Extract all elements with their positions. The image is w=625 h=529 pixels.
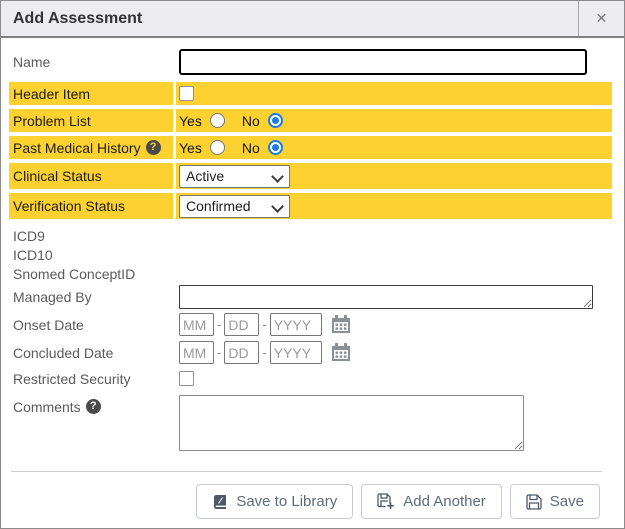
onset-calendar-button[interactable] xyxy=(331,315,351,334)
date-separator: - xyxy=(217,317,221,332)
save-icon xyxy=(526,494,542,510)
row-icd9: ICD9 xyxy=(9,227,612,244)
icd10-value xyxy=(176,246,612,263)
save-to-library-label: Save to Library xyxy=(236,493,337,510)
concluded-date-label: Concluded Date xyxy=(9,340,173,365)
row-clinical-status: Clinical Status Active xyxy=(9,163,612,189)
header-item-checkbox[interactable] xyxy=(179,86,194,101)
help-icon[interactable]: ? xyxy=(146,140,161,155)
clinical-status-select[interactable]: Active xyxy=(179,165,290,188)
row-past-medical-history: Past Medical History ? Yes No xyxy=(9,136,612,159)
row-problem-list: Problem List Yes No xyxy=(9,109,612,132)
snomed-conceptid-value xyxy=(176,265,612,282)
verification-status-label: Verification Status xyxy=(9,193,173,219)
problem-list-yes-label: Yes xyxy=(179,113,202,129)
save-label: Save xyxy=(550,493,584,510)
date-separator: - xyxy=(262,317,266,332)
verification-status-select[interactable]: Confirmed xyxy=(179,195,290,218)
row-comments: Comments ? xyxy=(9,393,612,451)
save-button[interactable]: Save xyxy=(510,484,600,519)
footer-buttons: Save to Library Add Another xyxy=(9,472,612,519)
pmh-yes-label: Yes xyxy=(179,140,202,156)
problem-list-no-label: No xyxy=(242,113,260,129)
comments-label: Comments xyxy=(13,399,81,415)
restricted-security-checkbox[interactable] xyxy=(179,371,194,386)
help-icon[interactable]: ? xyxy=(86,399,101,414)
date-separator: - xyxy=(262,345,266,360)
row-name: Name xyxy=(9,48,612,76)
concluded-month-input[interactable] xyxy=(179,341,214,364)
save-plus-icon xyxy=(377,493,395,510)
book-icon xyxy=(212,494,228,510)
row-concluded-date: Concluded Date - - xyxy=(9,340,612,365)
close-icon: ✕ xyxy=(596,10,608,27)
managed-by-label: Managed By xyxy=(9,284,173,310)
onset-year-input[interactable] xyxy=(270,313,322,336)
calendar-icon xyxy=(331,343,351,362)
onset-day-input[interactable] xyxy=(224,313,259,336)
row-managed-by: Managed By xyxy=(9,284,612,310)
pmh-no-label: No xyxy=(242,140,260,156)
add-another-label: Add Another xyxy=(403,493,486,510)
dialog-titlebar: Add Assessment ✕ xyxy=(1,1,624,38)
row-icd10: ICD10 xyxy=(9,246,612,263)
verification-status-select-wrap: Confirmed xyxy=(179,195,290,218)
onset-date-label: Onset Date xyxy=(9,312,173,337)
row-verification-status: Verification Status Confirmed xyxy=(9,193,612,219)
past-medical-history-label: Past Medical History xyxy=(13,140,141,156)
close-button[interactable]: ✕ xyxy=(578,1,624,36)
icd9-value xyxy=(176,227,612,244)
problem-list-no-radio[interactable] xyxy=(268,113,283,128)
pmh-no-radio[interactable] xyxy=(268,140,283,155)
calendar-icon xyxy=(331,315,351,334)
icd9-label: ICD9 xyxy=(9,227,173,244)
clinical-status-select-wrap: Active xyxy=(179,165,290,188)
row-header-item: Header Item xyxy=(9,82,612,105)
concluded-day-input[interactable] xyxy=(224,341,259,364)
problem-list-label: Problem List xyxy=(9,109,173,132)
add-another-button[interactable]: Add Another xyxy=(361,484,502,519)
row-snomed-conceptid: Snomed ConceptID xyxy=(9,265,612,282)
onset-month-input[interactable] xyxy=(179,313,214,336)
name-label: Name xyxy=(9,48,173,76)
snomed-conceptid-label: Snomed ConceptID xyxy=(9,265,173,282)
concluded-calendar-button[interactable] xyxy=(331,343,351,362)
concluded-year-input[interactable] xyxy=(270,341,322,364)
managed-by-input[interactable] xyxy=(179,285,593,309)
dialog-body: Name Header Item Problem List Yes No xyxy=(1,38,624,519)
row-onset-date: Onset Date - - xyxy=(9,312,612,337)
save-to-library-button[interactable]: Save to Library xyxy=(196,484,353,519)
clinical-status-label: Clinical Status xyxy=(9,163,173,189)
pmh-yes-radio[interactable] xyxy=(210,140,225,155)
date-separator: - xyxy=(217,345,221,360)
restricted-security-label: Restricted Security xyxy=(9,368,173,389)
problem-list-yes-radio[interactable] xyxy=(210,113,225,128)
row-restricted-security: Restricted Security xyxy=(9,368,612,389)
name-input[interactable] xyxy=(179,49,587,75)
icd10-label: ICD10 xyxy=(9,246,173,263)
dialog-title: Add Assessment xyxy=(1,10,578,28)
add-assessment-dialog: Add Assessment ✕ Name Header Item Proble… xyxy=(0,0,625,529)
header-item-label: Header Item xyxy=(9,82,173,105)
comments-input[interactable] xyxy=(179,395,524,451)
